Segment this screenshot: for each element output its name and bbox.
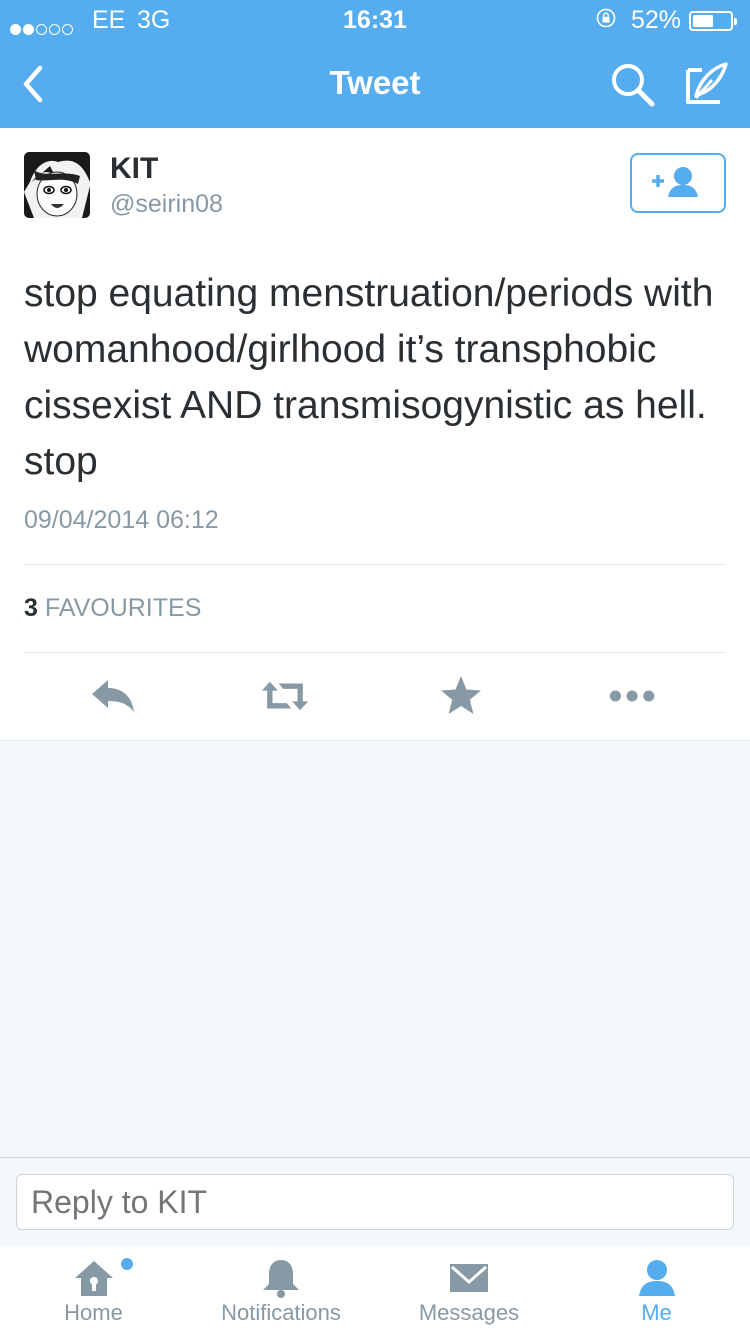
add-user-icon xyxy=(652,167,698,197)
tweet-timestamp: 09/04/2014 06:12 xyxy=(24,506,219,534)
tab-notifications[interactable]: Notifications xyxy=(187,1246,375,1334)
unread-badge xyxy=(121,1258,133,1270)
tweet-detail: KIT @seirin08 stop equating menstruation… xyxy=(0,128,750,741)
envelope-icon xyxy=(450,1264,488,1292)
tab-messages[interactable]: Messages xyxy=(375,1246,563,1334)
favourites-label: FAVOURITES xyxy=(44,594,202,622)
favourites-count[interactable]: 3 FAVOURITES xyxy=(24,594,201,623)
nav-bar: Tweet xyxy=(0,40,750,128)
author-handle[interactable]: @seirin08 xyxy=(110,190,223,219)
reply-icon[interactable] xyxy=(88,674,138,718)
bell-icon xyxy=(263,1260,299,1298)
reply-bar xyxy=(0,1157,750,1247)
person-icon xyxy=(638,1260,675,1296)
favourites-number: 3 xyxy=(24,594,38,622)
tab-me[interactable]: Me xyxy=(563,1246,750,1334)
tab-home-label: Home xyxy=(64,1300,123,1325)
tab-me-label: Me xyxy=(641,1300,672,1325)
battery-percent: 52% xyxy=(631,6,682,34)
favourite-star-icon[interactable] xyxy=(436,674,486,718)
tab-bar: Home Notifications Messages Me xyxy=(0,1246,750,1334)
rotation-lock-icon xyxy=(596,8,616,28)
tab-messages-label: Messages xyxy=(418,1300,520,1325)
retweet-icon[interactable] xyxy=(260,674,310,718)
reply-input[interactable] xyxy=(16,1174,734,1230)
author-name[interactable]: KIT xyxy=(110,152,158,186)
home-icon xyxy=(74,1261,113,1296)
divider xyxy=(24,652,726,653)
compose-icon[interactable] xyxy=(682,58,732,108)
battery-icon xyxy=(689,11,737,31)
app-header: EE 3G 16:31 52% Tweet xyxy=(0,0,750,128)
more-options-icon[interactable] xyxy=(608,674,658,718)
avatar-image xyxy=(24,152,90,218)
follow-button[interactable] xyxy=(630,153,726,213)
search-icon[interactable] xyxy=(608,60,658,110)
divider xyxy=(24,564,726,565)
avatar[interactable] xyxy=(24,152,90,218)
status-bar: EE 3G 16:31 52% xyxy=(0,0,750,40)
tab-notifications-label: Notifications xyxy=(221,1300,341,1325)
tweet-text: stop equating menstruation/periods with … xyxy=(24,272,714,483)
tab-home[interactable]: Home xyxy=(0,1246,187,1334)
